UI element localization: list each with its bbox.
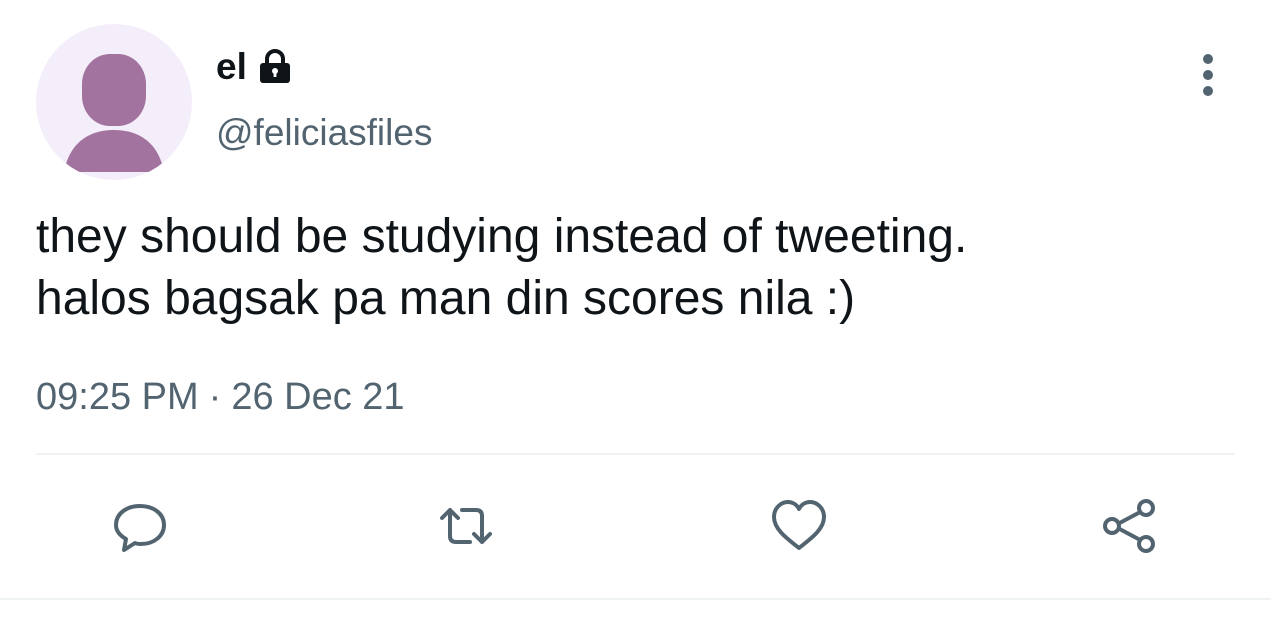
lock-icon xyxy=(255,47,295,87)
reply-button[interactable] xyxy=(110,496,170,556)
tweet-text-line: halos bagsak pa man din scores nila :) xyxy=(36,272,856,325)
display-name[interactable]: el xyxy=(216,42,247,92)
bottom-divider xyxy=(0,598,1271,600)
heart-icon xyxy=(772,500,826,550)
reply-icon xyxy=(114,504,166,552)
avatar[interactable] xyxy=(36,24,192,180)
tweet-timestamp[interactable]: 09:25 PM · 26 Dec 21 xyxy=(36,372,405,422)
default-avatar-icon xyxy=(64,54,164,172)
share-icon xyxy=(1103,499,1155,553)
more-options-button[interactable] xyxy=(1186,48,1230,102)
author-name-row[interactable]: el xyxy=(216,42,295,92)
share-button[interactable] xyxy=(1100,496,1160,556)
divider xyxy=(36,453,1235,455)
retweet-icon xyxy=(440,508,492,544)
tweet-text: they should be studying instead of tweet… xyxy=(36,206,1216,330)
like-button[interactable] xyxy=(769,496,829,556)
more-vertical-icon xyxy=(1203,54,1213,96)
retweet-button[interactable] xyxy=(436,496,496,556)
user-handle[interactable]: @feliciasfiles xyxy=(216,110,432,156)
tweet-text-line: they should be studying instead of tweet… xyxy=(36,210,968,263)
timestamp-separator: · xyxy=(208,376,222,418)
tweet-time: 09:25 PM xyxy=(36,376,199,418)
tweet-date: 26 Dec 21 xyxy=(231,376,405,418)
